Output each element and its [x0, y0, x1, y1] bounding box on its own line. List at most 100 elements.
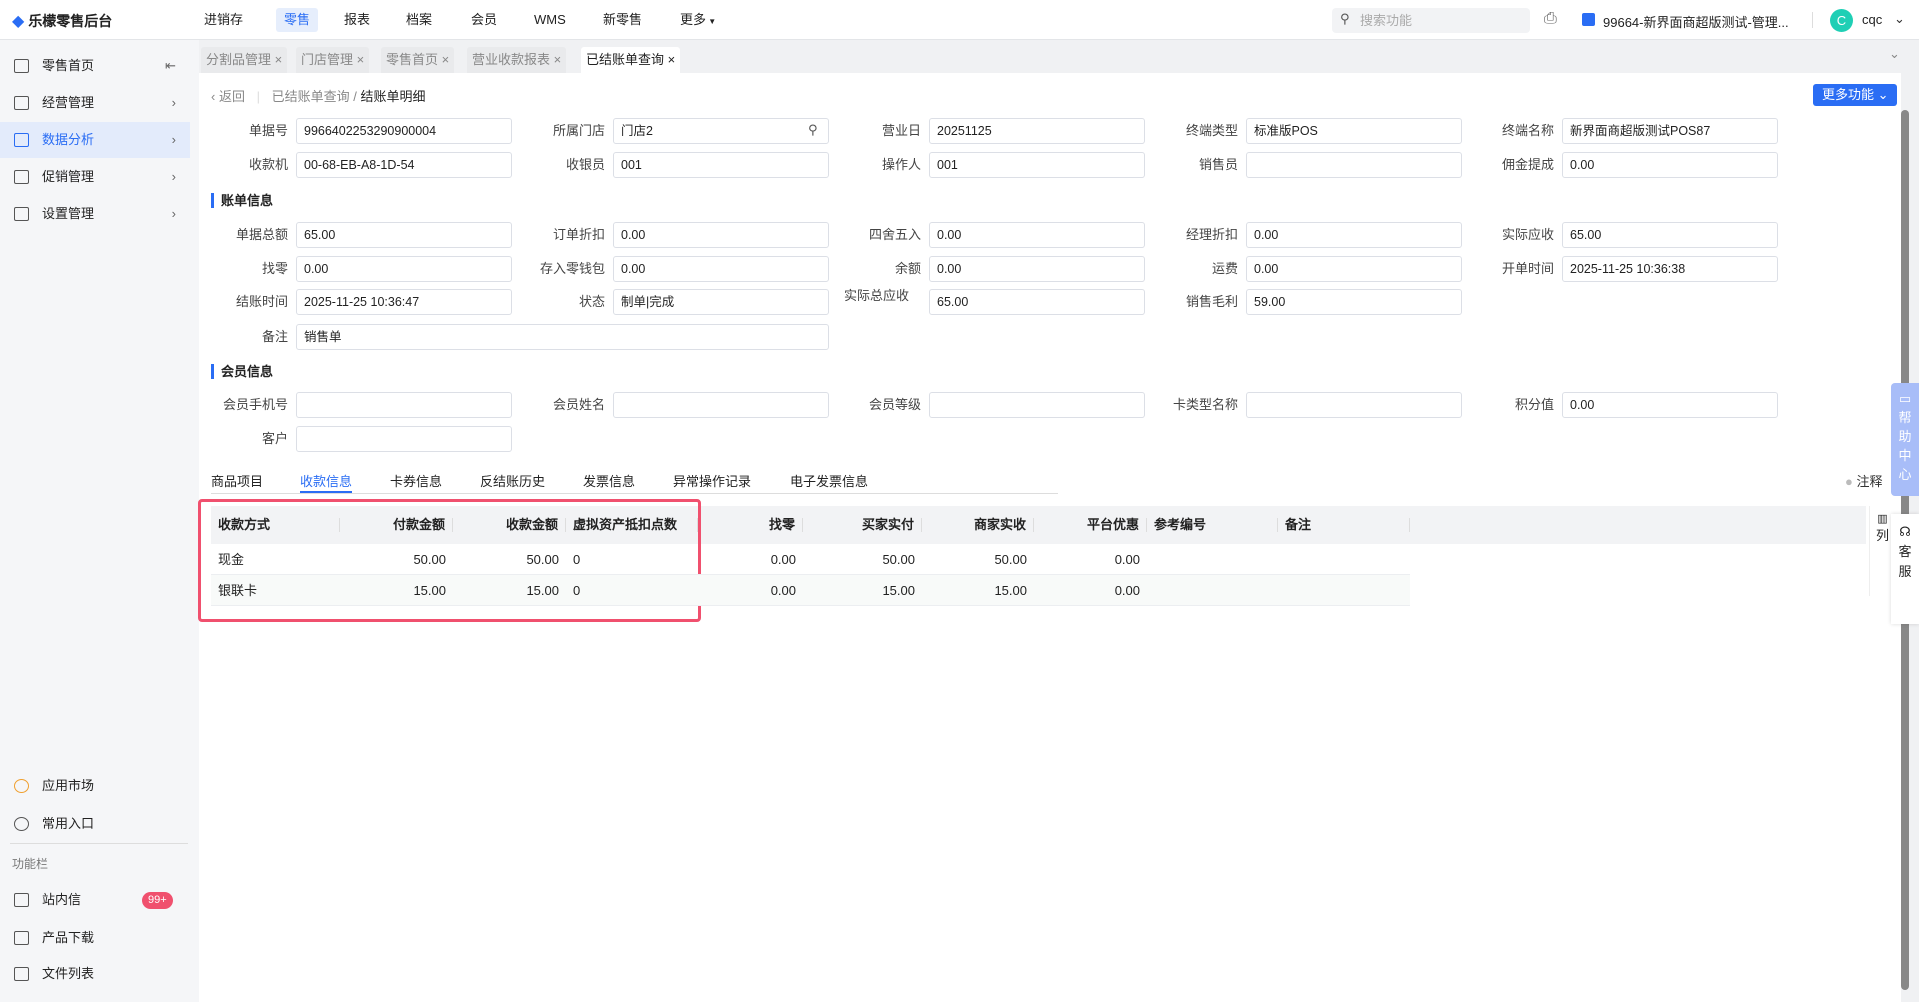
help-center-button[interactable]: ▭ 帮助中心	[1891, 383, 1919, 496]
nav-jinxiaocun[interactable]: 进销存	[196, 8, 251, 32]
field-input[interactable]: 20251125	[929, 118, 1145, 144]
sidebar-item-downloads[interactable]: 产品下载	[0, 920, 190, 956]
chart-icon	[14, 96, 29, 110]
tab-store-management[interactable]: 门店管理 ×	[296, 47, 370, 73]
column-header[interactable]: 虚拟资产抵扣点数	[566, 518, 698, 532]
table-cell	[1278, 575, 1410, 606]
column-header[interactable]: 收款方式	[211, 518, 340, 532]
customer-input[interactable]	[296, 426, 512, 452]
field-input[interactable]: 0.00	[296, 256, 512, 282]
field-input[interactable]: 9966402253290900004	[296, 118, 512, 144]
field-input[interactable]: 59.00	[1246, 289, 1462, 315]
column-header[interactable]: 平台优惠	[1034, 518, 1147, 532]
close-icon[interactable]: ×	[554, 52, 562, 67]
field-input[interactable]	[1246, 152, 1462, 178]
nav-reports[interactable]: 报表	[336, 8, 378, 32]
nav-more[interactable]: 更多 ▼	[672, 8, 724, 32]
tab-detail-6[interactable]: 电子发票信息	[790, 471, 868, 493]
tab-split-items[interactable]: 分割品管理 ×	[201, 47, 288, 73]
sidebar-item-favorites[interactable]: 常用入口	[0, 806, 190, 842]
field-input[interactable]	[1246, 392, 1462, 418]
sidebar-item-messages[interactable]: 站内信 99+	[0, 882, 190, 918]
nav-retail[interactable]: 零售	[276, 8, 319, 32]
field-input[interactable]: 0.00	[929, 256, 1145, 282]
field-input[interactable]: 0.00	[1562, 392, 1778, 418]
sidebar-item-app-market[interactable]: 应用市场	[0, 768, 190, 804]
avatar[interactable]: C	[1830, 9, 1853, 32]
close-icon[interactable]: ×	[668, 52, 676, 67]
column-header[interactable]: 备注	[1278, 518, 1410, 532]
tab-detail-4[interactable]: 发票信息	[583, 471, 635, 493]
field-input[interactable]: 0.00	[613, 256, 829, 282]
field-input[interactable]: 2025-11-25 10:36:38	[1562, 256, 1778, 282]
chevron-down-icon[interactable]: ⌄	[1889, 46, 1900, 62]
field-input[interactable]: 001	[613, 152, 829, 178]
tab-detail-1[interactable]: 收款信息	[300, 471, 353, 493]
table-cell: 50.00	[994, 552, 1027, 567]
field-input[interactable]: 门店2	[613, 118, 829, 144]
field-input[interactable]: 0.00	[613, 222, 829, 248]
more-functions-button[interactable]: 更多功能 ⌄	[1813, 84, 1897, 106]
search-input[interactable]: 搜索功能	[1332, 8, 1530, 33]
field-input[interactable]: 新界面商超版测试POS87	[1562, 118, 1778, 144]
field-input[interactable]: 2025-11-25 10:36:47	[296, 289, 512, 315]
section-member-info: 会员信息	[211, 364, 273, 379]
customer-service-button[interactable]: ☊ 客服	[1891, 514, 1919, 624]
field-input[interactable]: 0.00	[1246, 222, 1462, 248]
close-icon[interactable]: ×	[357, 52, 365, 67]
chevron-right-icon: ›	[171, 132, 176, 147]
field-input[interactable]: 制单|完成	[613, 289, 829, 315]
field-input[interactable]: 00-68-EB-A8-1D-54	[296, 152, 512, 178]
sidebar-item-data-analysis[interactable]: 数据分析 ›	[0, 122, 190, 158]
collapse-icon[interactable]: ⇤	[165, 48, 176, 84]
sidebar-item-settings[interactable]: 设置管理 ›	[0, 196, 190, 232]
sidebar-item-operations[interactable]: 经营管理 ›	[0, 85, 190, 121]
sidebar-item-retail-home[interactable]: 零售首页 ⇤	[0, 48, 190, 84]
tab-detail-3[interactable]: 反结账历史	[480, 471, 545, 493]
tab-settled-bills[interactable]: 已结账单查询 ×	[581, 47, 681, 73]
field-input[interactable]: 65.00	[929, 289, 1145, 315]
column-header[interactable]: 收款金额	[453, 518, 566, 532]
field-input[interactable]: 65.00	[1562, 222, 1778, 248]
tab-revenue-report[interactable]: 营业收款报表 ×	[467, 47, 567, 73]
field-input[interactable]: 0.00	[1246, 256, 1462, 282]
tab-detail-5[interactable]: 异常操作记录	[673, 471, 751, 493]
nav-member[interactable]: 会员	[463, 8, 505, 32]
field-input[interactable]: 标准版POS	[1246, 118, 1462, 144]
column-header[interactable]: 商家实收	[922, 518, 1034, 532]
field-label: 营业日	[881, 123, 921, 138]
field-input[interactable]: 0.00	[1562, 152, 1778, 178]
remark-input[interactable]: 销售单	[296, 324, 829, 350]
nav-new-retail[interactable]: 新零售	[595, 8, 650, 32]
field-input[interactable]	[613, 392, 829, 418]
breadcrumb-parent[interactable]: 已结账单查询	[272, 89, 350, 104]
tab-retail-home[interactable]: 零售首页 ×	[381, 47, 455, 73]
table-cell: 0.00	[770, 583, 796, 598]
tab-detail-0[interactable]: 商品项目	[211, 471, 263, 493]
nav-archive[interactable]: 档案	[398, 8, 440, 32]
sidebar-item-file-list[interactable]: 文件列表	[0, 956, 190, 992]
column-header[interactable]: 买家实付	[803, 518, 922, 532]
column-header[interactable]: 付款金额	[340, 518, 453, 532]
nav-wms[interactable]: WMS	[526, 8, 574, 32]
field-label: 终端名称	[1501, 123, 1554, 138]
chevron-down-icon[interactable]: ⌄	[1894, 11, 1905, 27]
sidebar-item-promotion[interactable]: 促销管理 ›	[0, 159, 190, 195]
back-link[interactable]: ‹ 返回	[211, 89, 245, 104]
home-icon	[14, 59, 29, 73]
column-header[interactable]: 找零	[698, 518, 803, 532]
store-selector[interactable]: 99664-新界面商超版测试-管理...	[1603, 12, 1789, 31]
annotation-toggle[interactable]: ● 注释	[1845, 471, 1883, 490]
toolbar-section-label: 功能栏	[12, 857, 49, 871]
field-input[interactable]	[296, 392, 512, 418]
field-input[interactable]	[929, 392, 1145, 418]
tab-detail-2[interactable]: 卡券信息	[390, 471, 442, 493]
close-icon[interactable]: ×	[442, 52, 450, 67]
printer-icon[interactable]: ⎙	[1544, 10, 1557, 28]
user-name[interactable]: cqc	[1862, 12, 1882, 27]
close-icon[interactable]: ×	[275, 52, 283, 67]
column-header[interactable]: 参考编号	[1147, 518, 1278, 532]
field-input[interactable]: 001	[929, 152, 1145, 178]
field-input[interactable]: 65.00	[296, 222, 512, 248]
field-input[interactable]: 0.00	[929, 222, 1145, 248]
